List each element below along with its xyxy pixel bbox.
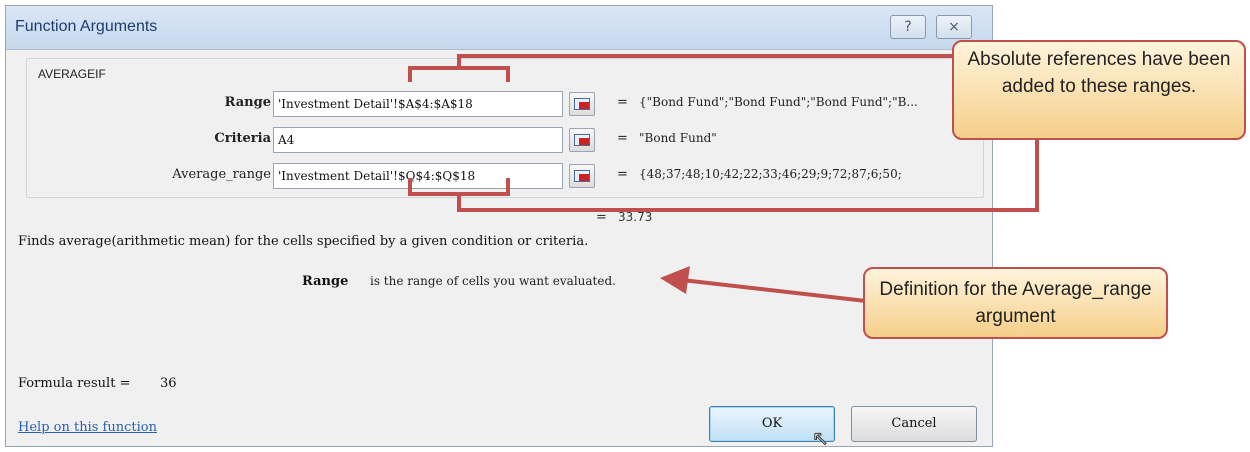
callout-text: Definition for the Average_range argumen…: [879, 279, 1152, 327]
collapse-icon-marker: [579, 174, 589, 181]
formula-result-value: 36: [160, 376, 177, 391]
argument-row-range: Range 'Investment Detail'!$A$4:$A$18 = {…: [27, 91, 983, 117]
argument-value: "Bond Fund": [639, 131, 717, 145]
argument-label: Criteria: [214, 131, 271, 146]
close-button[interactable]: ×: [936, 15, 972, 39]
result-equals-sign: =: [596, 210, 607, 225]
function-name: AVERAGEIF: [38, 67, 106, 81]
mouse-pointer-icon: ↖: [812, 426, 830, 451]
function-result-value: 33.73: [618, 210, 653, 224]
equals-sign: =: [617, 95, 628, 110]
cancel-button[interactable]: Cancel: [851, 406, 977, 442]
collapse-dialog-button[interactable]: [569, 128, 595, 152]
argument-help-name: Range: [302, 274, 349, 289]
argument-help-text: is the range of cells you want evaluated…: [370, 274, 616, 288]
dialog-title: Function Arguments: [15, 18, 158, 35]
callout-text: Absolute references have been added to t…: [967, 49, 1231, 97]
argument-row-average-range: Average_range 'Investment Detail'!$Q$4:$…: [27, 163, 983, 189]
equals-sign: =: [617, 131, 628, 146]
argument-row-criteria: Criteria A4 = "Bond Fund": [27, 127, 983, 153]
function-arguments-dialog: Function Arguments ? × AVERAGEIF Range '…: [5, 5, 993, 451]
range-input[interactable]: 'Investment Detail'!$A$4:$A$18: [273, 91, 563, 117]
collapse-dialog-button[interactable]: [569, 164, 595, 188]
collapse-icon-marker: [579, 102, 589, 109]
collapse-icon-marker: [579, 138, 589, 145]
callout-definition: Definition for the Average_range argumen…: [863, 267, 1168, 339]
formula-result-label: Formula result =: [18, 376, 131, 391]
argument-value: {48;37;48;10;42;22;33;46;29;9;72;87;6;50…: [639, 167, 902, 181]
help-button[interactable]: ?: [890, 15, 926, 39]
function-description: Finds average(arithmetic mean) for the c…: [18, 234, 589, 249]
average-range-input[interactable]: 'Investment Detail'!$Q$4:$Q$18: [273, 163, 563, 189]
argument-value: {"Bond Fund";"Bond Fund";"Bond Fund";"B.…: [639, 95, 918, 109]
help-on-function-link[interactable]: Help on this function: [18, 420, 157, 435]
collapse-dialog-button[interactable]: [569, 92, 595, 116]
callout-absolute-references: Absolute references have been added to t…: [952, 40, 1246, 140]
title-bar: Function Arguments ? ×: [6, 6, 992, 50]
equals-sign: =: [617, 167, 628, 182]
argument-label: Average_range: [172, 167, 271, 182]
arguments-group: AVERAGEIF Range 'Investment Detail'!$A$4…: [26, 58, 984, 198]
criteria-input[interactable]: A4: [273, 127, 563, 153]
argument-label: Range: [224, 95, 271, 110]
